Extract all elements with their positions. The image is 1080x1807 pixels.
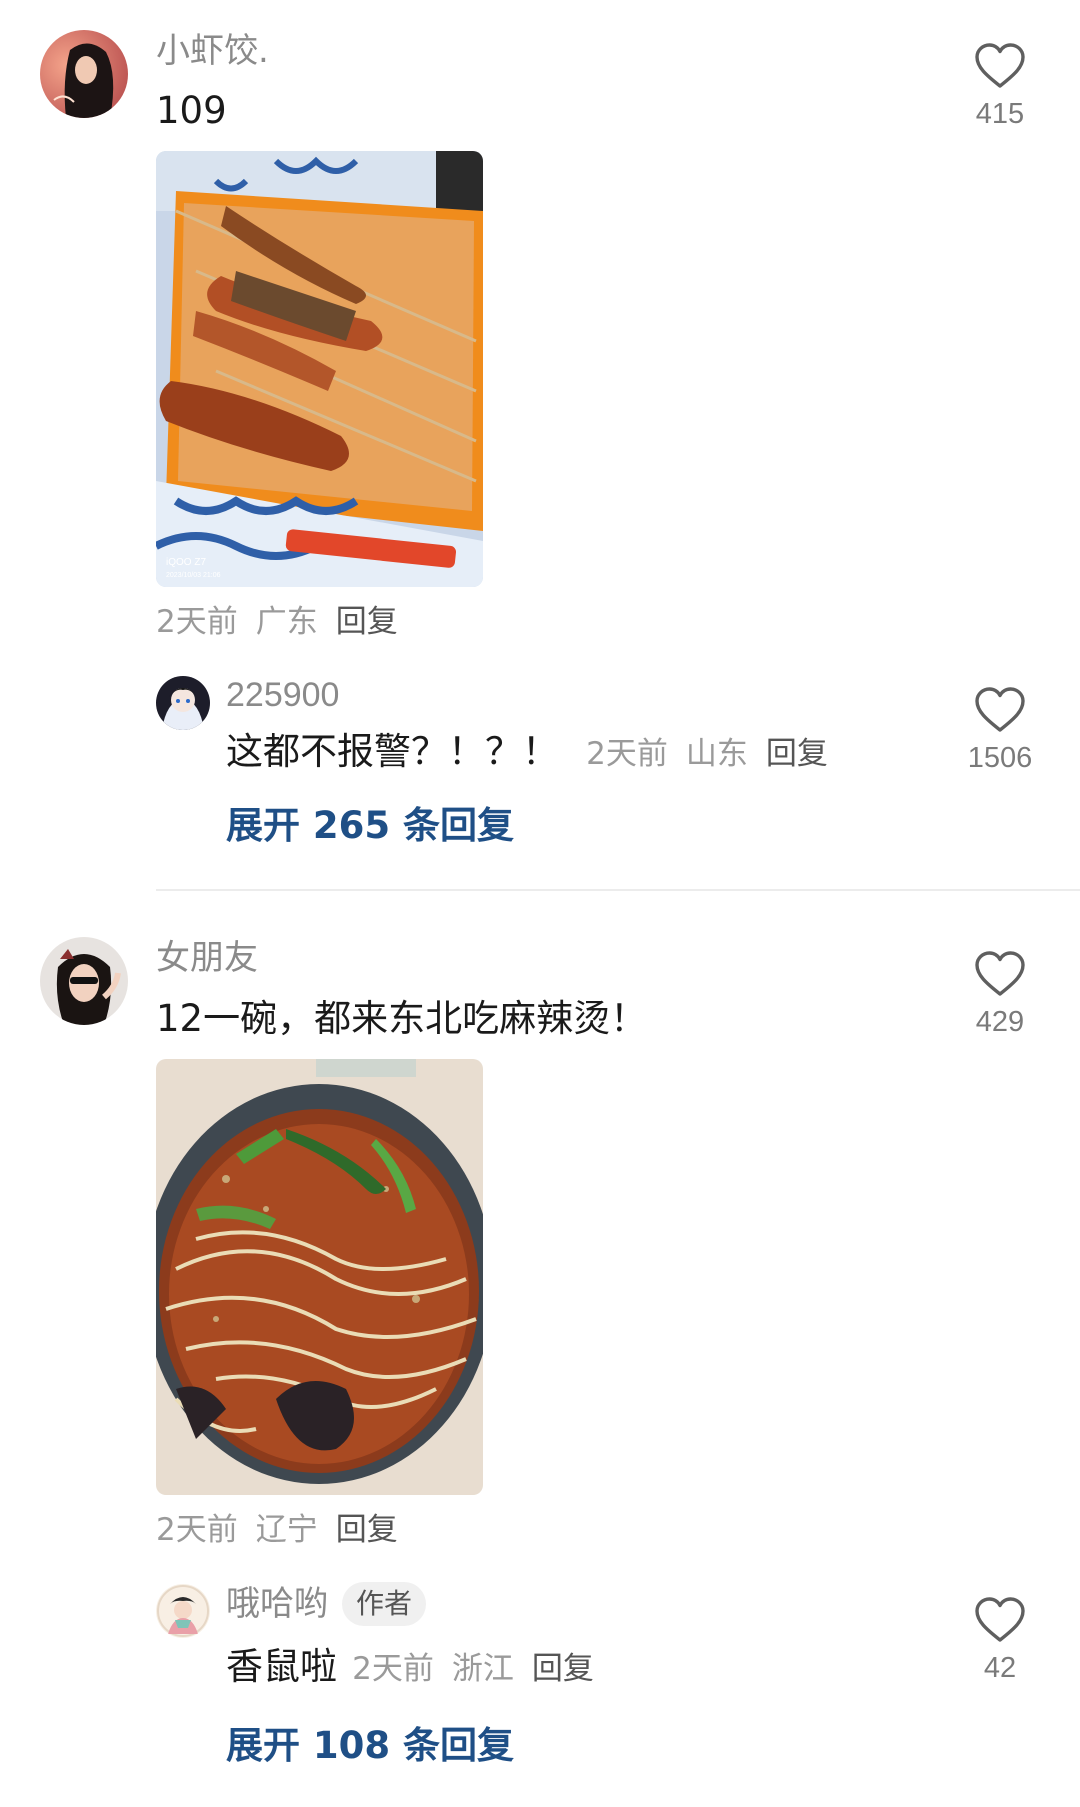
heart-outline-icon — [975, 43, 1025, 88]
reply-button[interactable]: 回复 — [336, 604, 398, 640]
heart-outline-icon — [975, 951, 1025, 996]
comment-username[interactable]: 女朋友 — [156, 941, 258, 975]
reply-button[interactable]: 回复 — [532, 1651, 594, 1687]
reply-text: 香鼠啦 — [226, 1645, 337, 1688]
reply-line: 这都不报警？！？！ 2天前 山东 回复 — [226, 733, 828, 770]
like-count: 42 — [983, 1652, 1017, 1684]
reply-avatar[interactable] — [156, 676, 210, 730]
expand-replies-button[interactable]: 展开 265 条回复 — [226, 807, 514, 844]
reply-username[interactable]: 哦哈哟 — [226, 1584, 328, 1624]
like-count: 1506 — [967, 742, 1033, 774]
comment-meta: 2天前 辽宁 回复 — [156, 1515, 398, 1546]
comment-image[interactable] — [156, 1059, 483, 1495]
comment-username[interactable]: 小虾饺. — [156, 34, 269, 68]
like-count: 429 — [975, 1006, 1025, 1038]
comment-time: 2天前 — [156, 1512, 238, 1548]
comment-location: 广东 — [255, 604, 318, 640]
photo-timestamp: 2023/10/03 21:06 — [166, 572, 221, 579]
reply-header: 哦哈哟 作者 — [226, 1582, 427, 1626]
reply-line: 香鼠啦 2天前 浙江 回复 — [226, 1648, 594, 1685]
reply-location: 浙江 — [451, 1651, 514, 1687]
like-button[interactable]: 415 — [940, 42, 1060, 129]
like-button[interactable]: 42 — [940, 1596, 1060, 1683]
heart-outline-icon — [975, 687, 1025, 732]
reply-time: 2天前 — [586, 736, 668, 772]
like-count: 415 — [975, 98, 1025, 130]
avatar[interactable] — [40, 30, 128, 118]
photo-watermark: iQOO Z7 — [166, 557, 206, 568]
comment-meta: 2天前 广东 回复 — [156, 607, 398, 638]
like-button[interactable]: 1506 — [940, 686, 1060, 773]
reply-username[interactable]: 225900 — [226, 678, 339, 712]
author-badge: 作者 — [342, 1582, 427, 1626]
comment-time: 2天前 — [156, 604, 238, 640]
reply-avatar[interactable] — [156, 1584, 210, 1638]
comment-location: 辽宁 — [255, 1512, 318, 1548]
avatar[interactable] — [40, 937, 128, 1025]
reply-text: 这都不报警？！？！ — [226, 730, 559, 773]
expand-replies-button[interactable]: 展开 108 条回复 — [226, 1727, 514, 1764]
reply-location: 山东 — [685, 736, 748, 772]
comment-text: 12一碗，都来东北吃麻辣烫！ — [156, 997, 648, 1040]
reply-time: 2天前 — [352, 1651, 434, 1687]
reply-button[interactable]: 回复 — [766, 736, 828, 772]
comment-image[interactable]: iQOO Z7 2023/10/03 21:06 — [156, 151, 483, 587]
reply-button[interactable]: 回复 — [336, 1512, 398, 1548]
heart-outline-icon — [975, 1597, 1025, 1642]
like-button[interactable]: 429 — [940, 950, 1060, 1037]
comment-text: 109 — [156, 89, 227, 132]
divider — [156, 889, 1080, 891]
